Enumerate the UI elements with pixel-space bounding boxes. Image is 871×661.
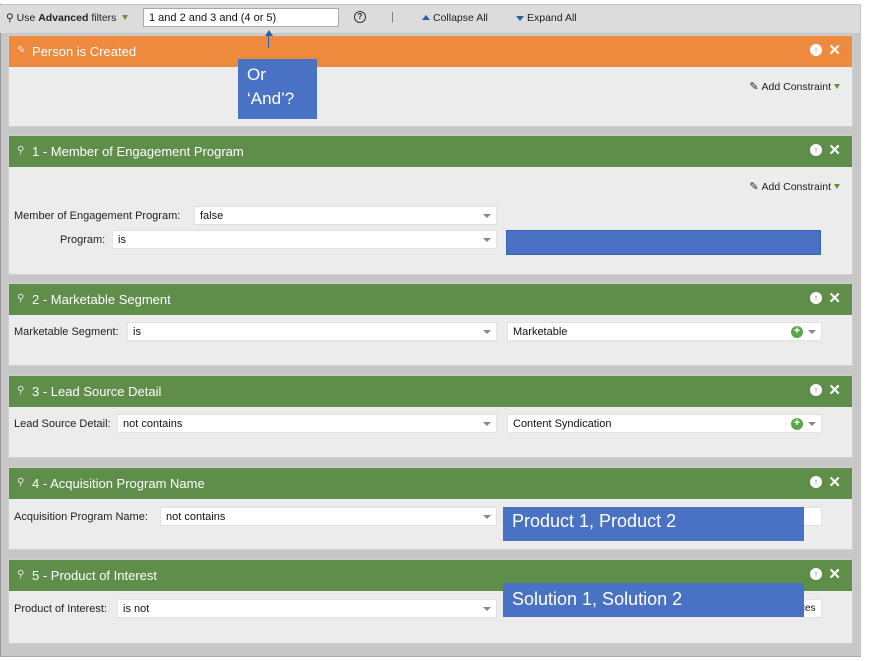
- arrow-up-circle-icon[interactable]: ↑: [810, 144, 822, 156]
- dropdown-arrow-icon: [834, 84, 840, 89]
- chevron-down-icon: [483, 515, 491, 519]
- filter-funnel-icon: ⚲: [17, 385, 25, 396]
- arrow-up-circle-icon[interactable]: ↑: [810, 384, 822, 396]
- filter-title: 1 - Member of Engagement Program: [32, 144, 244, 159]
- acquisition-program-operator-select[interactable]: not contains: [160, 507, 497, 526]
- close-icon[interactable]: ✕: [828, 141, 841, 159]
- chevron-down-icon: [483, 330, 491, 334]
- marketable-segment-label: Marketable Segment:: [14, 326, 119, 338]
- filter-logic-input[interactable]: [143, 8, 339, 27]
- filter-funnel-icon: ⚲: [6, 12, 14, 24]
- callout-arrow-head: [265, 30, 273, 36]
- dropdown-arrow-icon: [122, 15, 129, 20]
- collapse-icon: [422, 15, 430, 20]
- expand-all-button[interactable]: Expand All: [516, 12, 577, 24]
- filter-header: ⚲ 3 - Lead Source Detail ↑ ✕: [9, 376, 852, 407]
- chevron-down-icon: [808, 330, 816, 334]
- program-label: Program:: [60, 234, 106, 246]
- filter-header: ⚲ 1 - Member of Engagement Program ↑ ✕: [9, 136, 852, 167]
- filter-funnel-icon: ⚲: [17, 293, 25, 304]
- add-constraint-icon: ✎: [749, 181, 759, 193]
- expand-icon: [516, 16, 524, 21]
- filter-header: ⚲ 2 - Marketable Segment ↑ ✕: [9, 284, 852, 315]
- filter-funnel-icon: ⚲: [17, 145, 25, 156]
- or-and-callout: Or ‘And’?: [238, 59, 317, 119]
- filter-title: 3 - Lead Source Detail: [32, 384, 162, 399]
- filter-title: 5 - Product of Interest: [32, 568, 158, 583]
- lead-source-value-select[interactable]: Content Syndication +: [507, 414, 822, 433]
- toolbar-separator: |: [391, 11, 394, 23]
- member-of-program-label: Member of Engagement Program:: [14, 210, 181, 222]
- arrow-up-circle-icon[interactable]: ↑: [810, 476, 822, 488]
- member-of-program-select[interactable]: false: [194, 206, 497, 225]
- pencil-icon: ✎: [17, 45, 26, 56]
- product-of-interest-label: Product of Interest:: [14, 603, 107, 615]
- arrow-up-circle-icon[interactable]: ↑: [810, 568, 822, 580]
- advanced-filters-menu[interactable]: ⚲ Use Advanced filters: [6, 12, 129, 24]
- redacted-program-value: [506, 230, 821, 255]
- add-constraint-button[interactable]: ✎ Add Constraint: [749, 180, 840, 193]
- trigger-title: Person is Created: [32, 44, 137, 59]
- dropdown-arrow-icon: [834, 184, 840, 189]
- filter-2-marketable-segment: ⚲ 2 - Marketable Segment ↑ ✕ Marketable …: [8, 283, 853, 366]
- add-constraint-button[interactable]: ✎ Add Constraint: [749, 80, 840, 93]
- close-icon[interactable]: ✕: [828, 289, 841, 307]
- acquisition-program-label: Acquisition Program Name:: [14, 511, 148, 523]
- trigger-header: ✎ Person is Created ↑ ✕: [9, 36, 852, 67]
- help-icon[interactable]: ?: [354, 11, 366, 23]
- lead-source-detail-label: Lead Source Detail:: [14, 418, 111, 430]
- solution-values-overlay: Solution 1, Solution 2: [503, 583, 804, 617]
- plus-circle-icon[interactable]: +: [791, 326, 803, 338]
- filter-title: 2 - Marketable Segment: [32, 292, 171, 307]
- filter-header: ⚲ 4 - Acquisition Program Name ↑ ✕: [9, 468, 852, 499]
- marketable-segment-operator-select[interactable]: is: [127, 322, 497, 341]
- callout-line-2: ‘And’?: [247, 89, 295, 108]
- chevron-down-icon: [483, 607, 491, 611]
- collapse-all-button[interactable]: Collapse All: [422, 12, 488, 24]
- filter-title: 4 - Acquisition Program Name: [32, 476, 205, 491]
- chevron-down-icon: [483, 422, 491, 426]
- arrow-up-circle-icon[interactable]: ↑: [810, 292, 822, 304]
- program-operator-select[interactable]: is: [112, 230, 497, 249]
- close-icon[interactable]: ✕: [828, 565, 841, 583]
- product-values-overlay: Product 1, Product 2: [503, 507, 804, 541]
- product-of-interest-operator-select[interactable]: is not: [117, 599, 497, 618]
- callout-line-1: Or: [247, 65, 266, 84]
- arrow-up-circle-icon[interactable]: ↑: [810, 44, 822, 56]
- add-constraint-icon: ✎: [749, 81, 759, 93]
- chevron-down-icon: [808, 422, 816, 426]
- chevron-down-icon: [483, 214, 491, 218]
- filter-3-lead-source-detail: ⚲ 3 - Lead Source Detail ↑ ✕ Lead Source…: [8, 375, 853, 458]
- close-icon[interactable]: ✕: [828, 381, 841, 399]
- close-icon[interactable]: ✕: [828, 41, 841, 59]
- trigger-person-is-created: ✎ Person is Created ↑ ✕ ✎ Add Constraint: [8, 35, 853, 127]
- filter-funnel-icon: ⚲: [17, 477, 25, 488]
- marketable-segment-value-select[interactable]: Marketable +: [507, 322, 822, 341]
- plus-circle-icon[interactable]: +: [791, 418, 803, 430]
- close-icon[interactable]: ✕: [828, 473, 841, 491]
- lead-source-operator-select[interactable]: not contains: [117, 414, 497, 433]
- chevron-down-icon: [483, 238, 491, 242]
- filter-funnel-icon: ⚲: [17, 569, 25, 580]
